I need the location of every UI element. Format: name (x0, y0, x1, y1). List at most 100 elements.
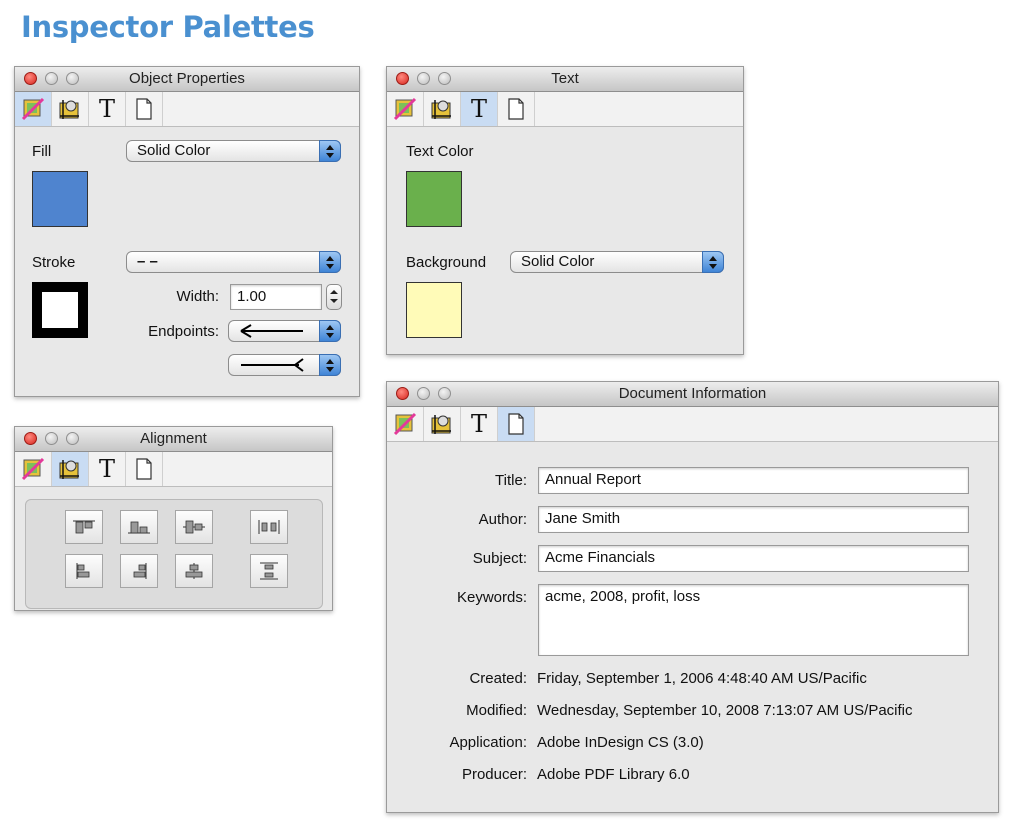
align-bottom-icon (128, 521, 150, 534)
subject-field[interactable]: Acme Financials (538, 545, 969, 572)
width-label: Width: (176, 288, 219, 305)
align-left-icon (76, 563, 90, 579)
document-icon (136, 98, 152, 120)
stroke-color-well[interactable] (32, 282, 88, 338)
title-bar[interactable]: Text (387, 67, 743, 92)
distribute-horizontally-button[interactable] (250, 510, 288, 544)
text-icon: T (98, 455, 115, 483)
title-bar[interactable]: Document Information (387, 382, 998, 407)
alignment-button-group (25, 499, 323, 609)
author-label: Author: (478, 511, 527, 528)
text-palette: Text T Text Color Background Solid Color (386, 66, 744, 355)
geometry-icon (431, 415, 451, 434)
background-type-value: Solid Color (521, 253, 595, 270)
window-title: Document Information (618, 385, 767, 402)
text-icon: T (470, 95, 487, 123)
popup-arrows-icon (319, 354, 341, 376)
popup-arrows-icon (319, 140, 341, 162)
stroke-style-popup[interactable]: – – (126, 251, 341, 273)
align-top-icon (73, 520, 95, 534)
stroke-label: Stroke (32, 254, 76, 271)
endpoints-label: Endpoints: (148, 323, 219, 340)
align-vertical-center-icon (183, 520, 205, 534)
geometry-tab[interactable] (52, 452, 89, 486)
background-color-well[interactable] (406, 282, 462, 338)
style-icon (21, 457, 45, 481)
text-icon: T (470, 410, 487, 438)
align-left-edges-button[interactable] (65, 554, 103, 588)
background-label: Background (406, 254, 487, 271)
title-field-value: Annual Report (545, 471, 641, 488)
style-icon (21, 97, 45, 121)
align-right-edges-button[interactable] (120, 554, 158, 588)
fill-type-popup[interactable]: Solid Color (126, 140, 341, 162)
document-tab[interactable] (126, 452, 163, 486)
subject-field-value: Acme Financials (545, 549, 656, 566)
keywords-value: acme, 2008, profit, loss (545, 588, 701, 605)
align-bottom-edges-button[interactable] (120, 510, 158, 544)
inspector-toolbar: T (387, 407, 998, 442)
fill-color-well[interactable] (32, 171, 88, 227)
geometry-tab[interactable] (52, 92, 89, 126)
distribute-vertically-button[interactable] (250, 554, 288, 588)
title-bar[interactable]: Alignment (15, 427, 332, 452)
style-tab[interactable] (15, 92, 52, 126)
inspector-toolbar: T (15, 452, 332, 487)
align-right-icon (133, 563, 147, 579)
document-icon (508, 98, 524, 120)
style-tab[interactable] (387, 92, 424, 126)
stroke-width-stepper[interactable] (326, 284, 342, 310)
style-tab[interactable] (15, 452, 52, 486)
text-color-label: Text Color (406, 143, 474, 160)
distribute-horizontal-icon (258, 520, 280, 534)
application-label: Application: (449, 734, 527, 751)
window-title: Text (551, 70, 579, 87)
document-tab[interactable] (498, 92, 535, 126)
text-tab[interactable]: T (461, 92, 498, 126)
document-tab[interactable] (498, 407, 535, 441)
popup-arrows-icon (319, 320, 341, 342)
distribute-vertical-icon (260, 562, 278, 580)
inspector-toolbar: T (15, 92, 359, 127)
align-top-edges-button[interactable] (65, 510, 103, 544)
align-horizontal-center-icon (185, 563, 203, 579)
document-icon (508, 413, 524, 435)
geometry-icon (431, 100, 451, 119)
modified-label: Modified: (466, 702, 527, 719)
page-heading: Inspector Palettes (21, 10, 315, 44)
object-properties-palette: Object Properties T Fill Solid Color Str… (14, 66, 360, 397)
window-title: Object Properties (129, 70, 245, 87)
fill-type-value: Solid Color (137, 142, 211, 159)
title-field[interactable]: Annual Report (538, 467, 969, 494)
keywords-textarea[interactable]: acme, 2008, profit, loss (538, 584, 969, 656)
inspector-toolbar: T (387, 92, 743, 127)
align-vertical-centers-button[interactable] (175, 510, 213, 544)
text-tab[interactable]: T (461, 407, 498, 441)
tail-endpoint-icon (241, 358, 304, 372)
text-tab[interactable]: T (89, 92, 126, 126)
geometry-tab[interactable] (424, 407, 461, 441)
text-icon: T (98, 95, 115, 123)
stroke-width-field[interactable]: 1.00 (230, 284, 322, 310)
window-title: Alignment (140, 430, 207, 447)
background-type-popup[interactable]: Solid Color (510, 251, 724, 273)
text-tab[interactable]: T (89, 452, 126, 486)
start-endpoint-popup[interactable] (228, 320, 341, 342)
created-label: Created: (469, 670, 527, 687)
popup-arrows-icon (319, 251, 341, 273)
geometry-tab[interactable] (424, 92, 461, 126)
producer-label: Producer: (461, 766, 527, 783)
arrow-endpoint-icon (240, 324, 303, 338)
text-color-well[interactable] (406, 171, 462, 227)
application-value: Adobe InDesign CS (3.0) (537, 734, 704, 751)
geometry-icon (59, 100, 79, 119)
align-horizontal-centers-button[interactable] (175, 554, 213, 588)
document-information-palette: Document Information T Title: Annual Rep… (386, 381, 999, 813)
title-bar[interactable]: Object Properties (15, 67, 359, 92)
author-field[interactable]: Jane Smith (538, 506, 969, 533)
producer-value: Adobe PDF Library 6.0 (537, 766, 690, 783)
end-endpoint-popup[interactable] (228, 354, 341, 376)
document-tab[interactable] (126, 92, 163, 126)
style-tab[interactable] (387, 407, 424, 441)
stroke-style-value: – – (137, 253, 158, 270)
